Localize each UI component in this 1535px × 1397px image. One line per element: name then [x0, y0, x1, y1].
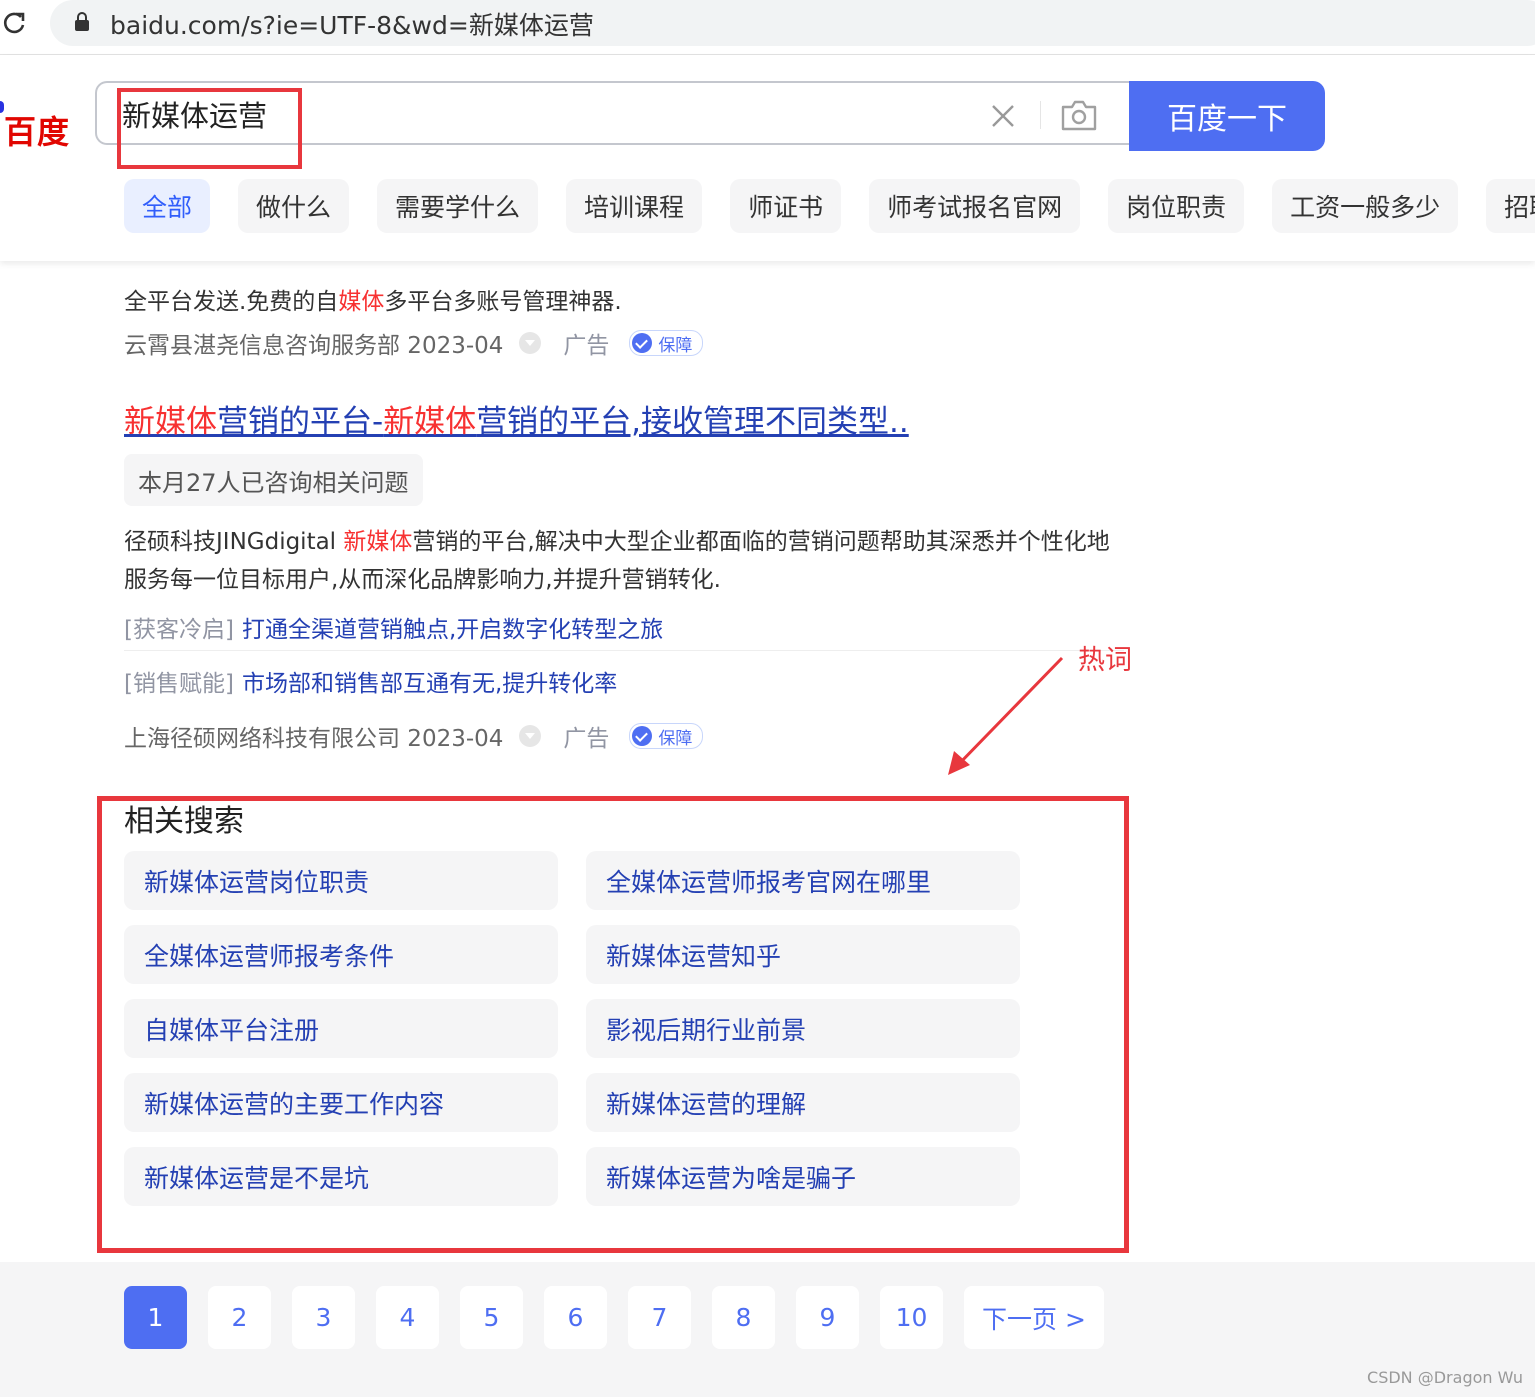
search-button[interactable]: 百度一下 — [1129, 81, 1325, 151]
annotation-label: 热词 — [1078, 645, 1132, 676]
source-text: 云霄县湛尧信息咨询服务部 2023-04 — [124, 333, 504, 359]
consult-count-tag[interactable]: 本月27人已咨询相关问题 — [124, 454, 423, 506]
result-description-line1: 径硕科技JINGdigital 新媒体营销的平台,解决中大型企业都面临的营销问题… — [124, 529, 1110, 555]
annotation-box-related — [97, 796, 1129, 1253]
divider — [124, 650, 1124, 651]
next-page-button[interactable]: 下一页 > — [964, 1286, 1104, 1349]
dropdown-icon[interactable] — [519, 725, 542, 747]
sublink-row[interactable]: [销售赋能] 市场部和销售部互通有无,提升转化率 — [124, 664, 617, 698]
guarantee-badge[interactable]: 保障 — [629, 723, 704, 749]
url-text[interactable]: baidu.com/s?ie=UTF-8&wd=新媒体运营 — [110, 6, 594, 42]
result-source: 云霄县湛尧信息咨询服务部 2023-04 广告 保障 — [124, 326, 704, 360]
result-description-line2: 服务每一位目标用户,从而深化品牌影响力,并提升营销转化. — [124, 567, 721, 593]
tab-suggestion[interactable]: 工资一般多少 — [1272, 179, 1459, 233]
result-description: 全平台发送.免费的自媒体多平台多账号管理神器. — [124, 289, 622, 315]
ad-label: 广告 — [563, 726, 610, 752]
lock-icon — [75, 12, 89, 31]
shield-check-icon — [632, 726, 653, 746]
tab-suggestion[interactable]: 岗位职责 — [1108, 179, 1245, 233]
tab-suggestion[interactable]: 需要学什么 — [377, 179, 539, 233]
guarantee-badge[interactable]: 保障 — [629, 330, 704, 356]
tab-all[interactable]: 全部 — [124, 179, 211, 233]
browser-address-bar: baidu.com/s?ie=UTF-8&wd=新媒体运营 — [0, 0, 1535, 55]
clear-icon[interactable] — [988, 101, 1018, 131]
tab-suggestion[interactable]: 做什么 — [238, 179, 350, 233]
tab-suggestion[interactable]: 招聘 — [1486, 179, 1535, 233]
page-button[interactable]: 9 — [796, 1286, 859, 1349]
ad-label: 广告 — [563, 333, 610, 359]
divider — [1040, 101, 1041, 129]
page-button[interactable]: 3 — [292, 1286, 355, 1349]
tab-suggestion[interactable]: 师考试报名官网 — [869, 179, 1081, 233]
result-title-link[interactable]: 新媒体营销的平台-新媒体营销的平台,接收管理不同类型.. — [124, 396, 909, 441]
baidu-logo[interactable]: 百度 — [4, 107, 70, 153]
dropdown-icon[interactable] — [519, 332, 542, 354]
annotation-arrow-icon — [948, 656, 1064, 775]
page-button[interactable]: 2 — [208, 1286, 271, 1349]
sublink-row[interactable]: [获客冷启] 打通全渠道营销触点,开启数字化转型之旅 — [124, 610, 663, 644]
result-source: 上海径硕网络科技有限公司 2023-04 广告 保障 — [124, 719, 704, 753]
watermark: CSDN @Dragon Wu — [1367, 1368, 1523, 1387]
page-button[interactable]: 5 — [460, 1286, 523, 1349]
page-button[interactable]: 8 — [712, 1286, 775, 1349]
source-text: 上海径硕网络科技有限公司 2023-04 — [124, 726, 504, 752]
tab-suggestion[interactable]: 培训课程 — [566, 179, 703, 233]
page-button[interactable]: 4 — [376, 1286, 439, 1349]
annotation-box-query — [117, 88, 302, 169]
query-suggestion-tabs: 全部 做什么 需要学什么 培训课程 师证书 师考试报名官网 岗位职责 工资一般多… — [124, 179, 1535, 235]
pagination: 1 2 3 4 5 6 7 8 9 10 下一页 > — [124, 1286, 1104, 1349]
page-button[interactable]: 7 — [628, 1286, 691, 1349]
shield-check-icon — [632, 333, 653, 353]
page-button[interactable]: 10 — [880, 1286, 943, 1349]
reload-icon[interactable] — [0, 8, 30, 38]
camera-icon[interactable] — [1060, 98, 1098, 132]
page-button[interactable]: 6 — [544, 1286, 607, 1349]
tab-suggestion[interactable]: 师证书 — [730, 179, 842, 233]
page-button-current[interactable]: 1 — [124, 1286, 187, 1349]
